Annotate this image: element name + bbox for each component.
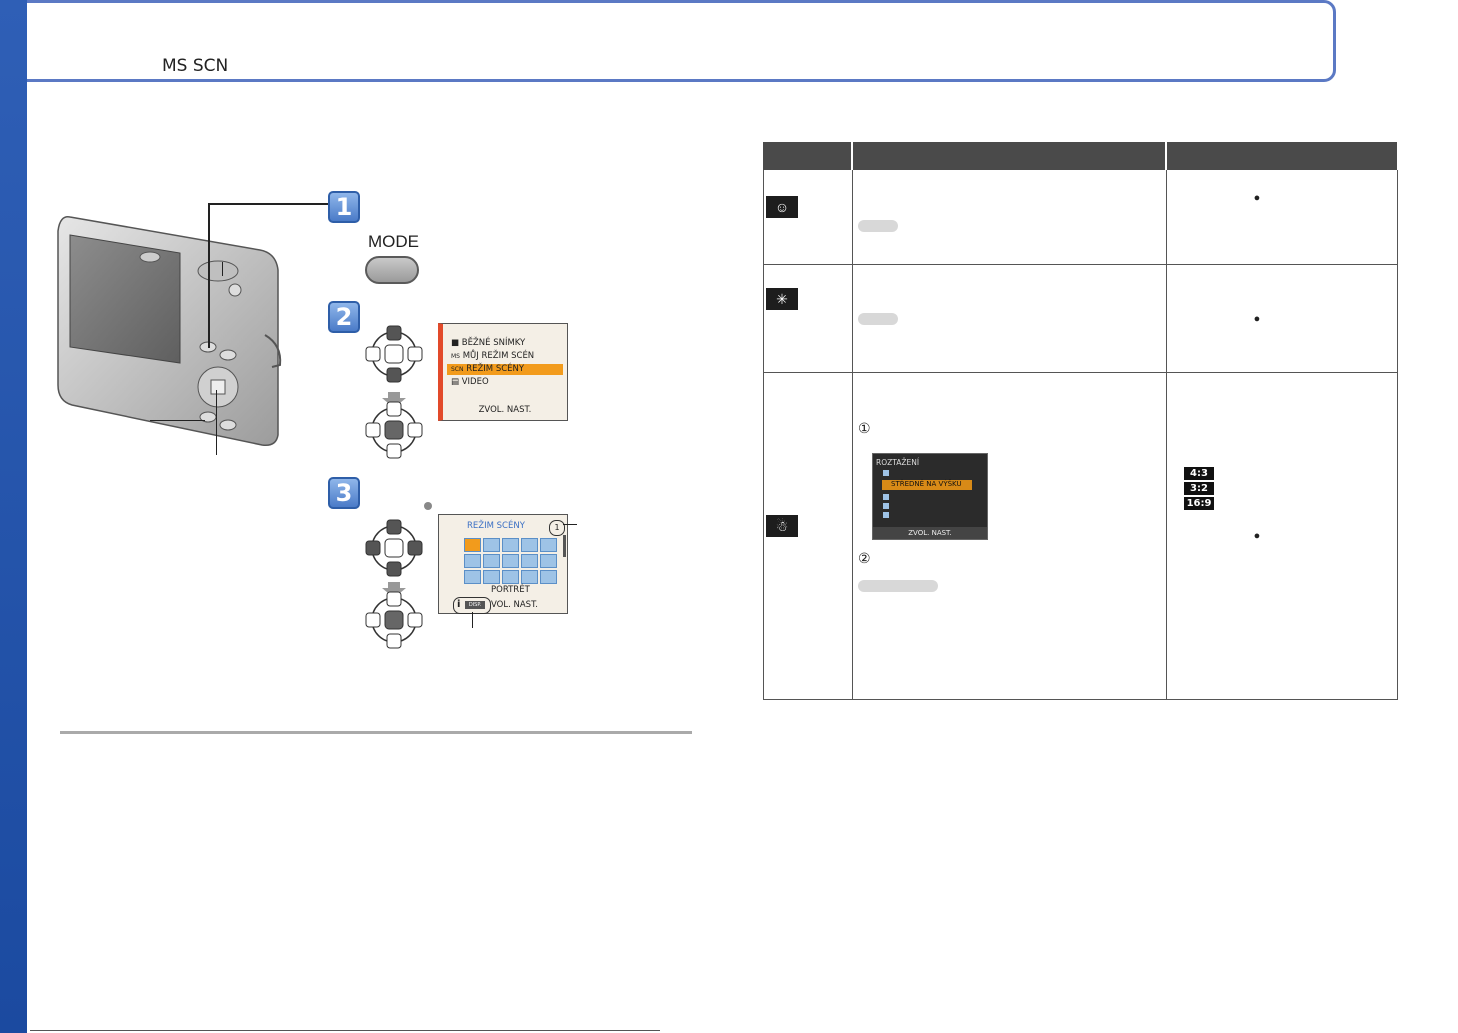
face-detection-icon: ● — [1253, 192, 1261, 204]
transform-icon: ☃ — [766, 515, 798, 537]
soft-skin-icon: ✳ — [766, 288, 798, 310]
leader-bottom — [216, 390, 217, 455]
header-tab — [0, 0, 27, 1033]
leader-top — [222, 262, 223, 276]
stretch-footer: ZVOL. NAST. — [873, 527, 987, 539]
step-1-badge: 1 — [328, 191, 360, 223]
scene-cell[interactable] — [483, 554, 500, 568]
scene-cell[interactable] — [521, 570, 538, 584]
scene-cell[interactable] — [521, 538, 538, 552]
scene-cell[interactable] — [483, 538, 500, 552]
scene-cell[interactable] — [540, 538, 557, 552]
scene-cell[interactable] — [521, 554, 538, 568]
step-2-badge: 2 — [328, 301, 360, 333]
scene-cell[interactable] — [502, 570, 519, 584]
menu-item-label: VIDEO — [461, 377, 489, 387]
scene-cell-portrait[interactable] — [464, 538, 481, 552]
face-detection-icon: ● — [1253, 313, 1261, 325]
scene-cell[interactable] — [502, 538, 519, 552]
dpad-all — [365, 519, 423, 649]
stretch-option[interactable] — [883, 494, 889, 500]
marker-1: ① — [858, 420, 871, 436]
aspect-3-2: 3:2 — [1184, 482, 1214, 495]
scrollbar[interactable] — [563, 535, 566, 557]
section-header: MS SCN — [0, 0, 1336, 1033]
leader-info — [472, 612, 473, 628]
ms-icon: MS — [451, 353, 460, 360]
stretch-option[interactable] — [883, 470, 889, 476]
menu-item-3[interactable]: SCN REŽIM SCÉNY — [447, 364, 563, 375]
section-divider — [60, 731, 692, 734]
table-border-right — [1397, 170, 1398, 700]
stretch-option[interactable] — [883, 503, 889, 509]
scene-footer: VOL. NAST. — [491, 600, 538, 610]
table-border — [1166, 170, 1167, 700]
face-detection-icon: ● — [1253, 530, 1261, 542]
scene-title: REŽIM SCÉNY — [467, 521, 525, 531]
scn-icon: SCN — [451, 366, 464, 373]
menu-item-label: MŮJ REŽIM SCÉN — [462, 351, 535, 361]
table-border-bottom — [763, 699, 1398, 700]
scene-cell[interactable] — [483, 570, 500, 584]
camera-illustration — [57, 216, 282, 447]
page-bottom-rule — [30, 1030, 660, 1031]
leader-mode-down — [208, 203, 210, 348]
menu-item-4[interactable]: ▤ VIDEO — [451, 377, 489, 388]
table-header-col-3 — [1167, 142, 1397, 170]
menu-item-label: BĚŽNÉ SNÍMKY — [461, 338, 526, 348]
scene-screen: REŽIM SCÉNY 1 PORTRÉT i DISP. VOL. NAST. — [438, 514, 568, 614]
camera-icon: ■ — [451, 338, 460, 348]
scene-cell[interactable] — [502, 554, 519, 568]
info-icon: i — [457, 599, 461, 610]
table-header-col-1 — [763, 142, 851, 170]
table-border — [852, 170, 853, 700]
table-header-col-2 — [853, 142, 1165, 170]
table-row-divider — [763, 372, 1398, 373]
scene-cell[interactable] — [540, 570, 557, 584]
leader-mode — [208, 203, 330, 205]
disp-icon: DISP. — [465, 601, 485, 609]
leader-badge — [563, 524, 577, 525]
menu-item-1[interactable]: ■ BĚŽNÉ SNÍMKY — [451, 338, 525, 349]
note-pill-wide — [858, 580, 938, 592]
stretch-option[interactable] — [883, 512, 889, 518]
mode-button[interactable] — [365, 256, 419, 284]
scene-cell[interactable] — [464, 570, 481, 584]
portrait-icon: ☺ — [766, 196, 798, 218]
aspect-16-9: 16:9 — [1184, 497, 1214, 510]
table-border-left — [763, 170, 764, 700]
scene-name: PORTRÉT — [491, 585, 530, 595]
dpad-updown — [365, 325, 423, 459]
stretch-title: ROZTAŽENÍ — [876, 458, 920, 467]
leader-left — [150, 420, 205, 421]
mode-label: MODE — [368, 232, 419, 251]
menu-footer: ZVOL. NAST. — [478, 405, 532, 415]
marker-2: ② — [858, 550, 871, 566]
scene-cell[interactable] — [464, 554, 481, 568]
stretch-screen: ROZTAŽENÍ STŘEDNĚ NA VÝŠKU ZVOL. NAST. — [872, 453, 988, 540]
page-badge: 1 — [549, 520, 565, 536]
scene-cell[interactable] — [540, 554, 557, 568]
menu-screen: ■ BĚŽNÉ SNÍMKY MS MŮJ REŽIM SCÉN SCN REŽ… — [438, 323, 568, 421]
stretch-selected-label: STŘEDNĚ NA VÝŠKU — [891, 480, 962, 488]
note-pill — [858, 313, 898, 325]
table-row-divider — [763, 264, 1398, 265]
menu-item-2[interactable]: MS MŮJ REŽIM SCÉN — [451, 351, 534, 362]
bullet-dot — [424, 502, 432, 510]
film-icon: ▤ — [451, 377, 460, 387]
note-pill — [858, 220, 898, 232]
mode-icons: MS SCN — [162, 56, 229, 76]
menu-item-label: REŽIM SCÉNY — [466, 364, 525, 374]
aspect-4-3: 4:3 — [1184, 467, 1214, 480]
step-3-badge: 3 — [328, 477, 360, 509]
